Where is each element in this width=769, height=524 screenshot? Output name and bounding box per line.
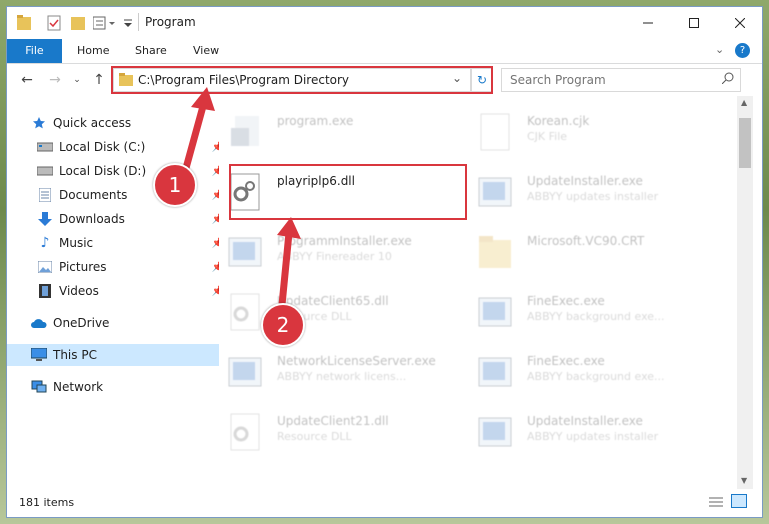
explorer-window: Program File Home Share View ⌄ ? ← → ⌄ ↑… — [6, 6, 763, 518]
step-1-badge: 1 — [153, 163, 197, 207]
annotation-arrows — [179, 87, 301, 316]
step-2-badge: 2 — [261, 303, 305, 347]
